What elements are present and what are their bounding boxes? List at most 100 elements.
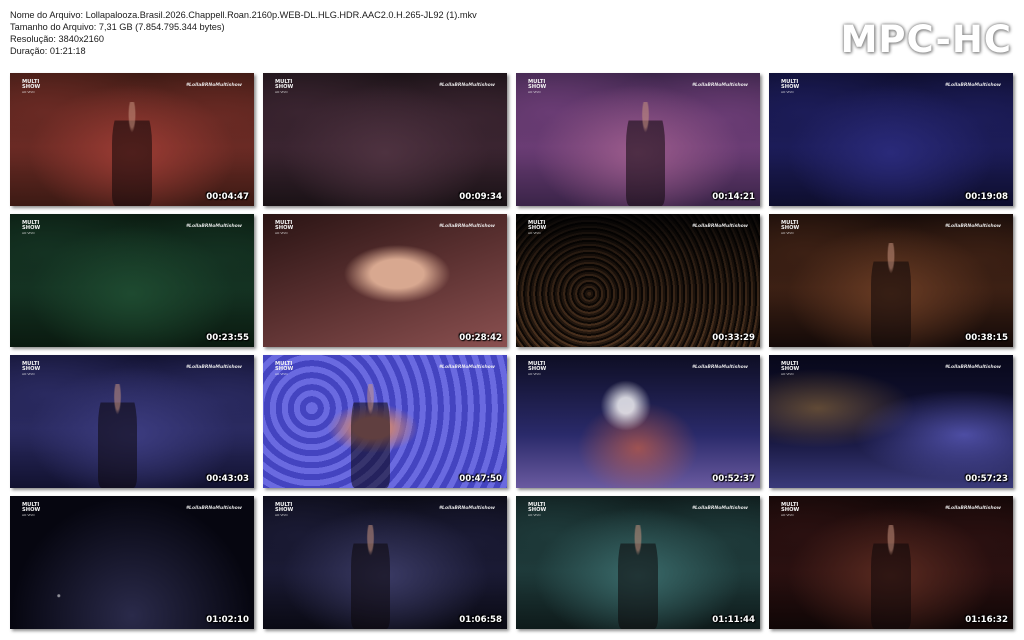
watermark-line3: AO VIVO bbox=[275, 90, 288, 95]
video-frame bbox=[516, 214, 760, 347]
video-thumbnail: MULTI SHOW AO VIVO #LollaBRNoMultishow 00:57… bbox=[769, 355, 1013, 488]
watermark-line3: AO VIVO bbox=[528, 513, 541, 518]
video-thumbnail: MULTI SHOW AO VIVO #LollaBRNoMultishow 00:28… bbox=[263, 214, 507, 347]
timestamp-label: 00:47:50 bbox=[459, 474, 502, 484]
watermark-line2: SHOW bbox=[22, 225, 41, 232]
watermark-line2: SHOW bbox=[781, 225, 800, 232]
performer-silhouette bbox=[350, 384, 390, 488]
watermark-line2: SHOW bbox=[528, 84, 547, 91]
timestamp-label: 00:14:21 bbox=[712, 192, 755, 202]
watermark-line2: SHOW bbox=[528, 225, 547, 232]
hashtag-overlay: #LollaBRNoMultishow bbox=[438, 224, 495, 229]
hashtag-overlay: #LollaBRNoMultishow bbox=[438, 83, 495, 88]
channel-watermark: MULTI SHOW AO VIVO bbox=[275, 220, 297, 236]
timestamp-label: 01:11:44 bbox=[712, 615, 755, 625]
hashtag-overlay: #LollaBRNoMultishow bbox=[691, 506, 748, 511]
hashtag-overlay: #LollaBRNoMultishow bbox=[944, 224, 1001, 229]
channel-watermark: MULTI SHOW AO VIVO bbox=[22, 79, 44, 95]
watermark-line3: AO VIVO bbox=[275, 513, 288, 518]
video-thumbnail: MULTI SHOW AO VIVO #LollaBRNoMultishow 00:38… bbox=[769, 214, 1013, 347]
channel-watermark: MULTI SHOW AO VIVO bbox=[22, 220, 44, 236]
video-thumbnail: MULTI SHOW AO VIVO #LollaBRNoMultishow 00:52… bbox=[516, 355, 760, 488]
video-thumbnail: MULTI SHOW AO VIVO #LollaBRNoMultishow 00:43… bbox=[10, 355, 254, 488]
watermark-line3: AO VIVO bbox=[781, 231, 794, 236]
watermark-line3: AO VIVO bbox=[528, 372, 541, 377]
video-frame bbox=[769, 355, 1013, 488]
watermark-line3: AO VIVO bbox=[781, 513, 794, 518]
hashtag-overlay: #LollaBRNoMultishow bbox=[944, 83, 1001, 88]
timestamp-label: 00:19:08 bbox=[965, 192, 1008, 202]
performer-silhouette bbox=[871, 525, 911, 629]
channel-watermark: MULTI SHOW AO VIVO bbox=[781, 502, 803, 518]
watermark-line2: SHOW bbox=[275, 366, 294, 373]
channel-watermark: MULTI SHOW AO VIVO bbox=[528, 502, 550, 518]
watermark-line3: AO VIVO bbox=[781, 372, 794, 377]
timestamp-label: 00:43:03 bbox=[206, 474, 249, 484]
watermark-line2: SHOW bbox=[275, 84, 294, 91]
channel-watermark: MULTI SHOW AO VIVO bbox=[22, 361, 44, 377]
performer-silhouette bbox=[97, 384, 137, 488]
hashtag-overlay: #LollaBRNoMultishow bbox=[185, 83, 242, 88]
watermark-line2: SHOW bbox=[22, 507, 41, 514]
video-frame bbox=[263, 214, 507, 347]
video-thumbnail: MULTI SHOW AO VIVO #LollaBRNoMultishow 01:06… bbox=[263, 496, 507, 629]
watermark-line2: SHOW bbox=[528, 507, 547, 514]
hashtag-overlay: #LollaBRNoMultishow bbox=[185, 365, 242, 370]
timestamp-label: 00:28:42 bbox=[459, 333, 502, 343]
channel-watermark: MULTI SHOW AO VIVO bbox=[275, 502, 297, 518]
channel-watermark: MULTI SHOW AO VIVO bbox=[781, 79, 803, 95]
performer-silhouette bbox=[618, 525, 658, 629]
performer-silhouette bbox=[871, 243, 911, 347]
video-frame bbox=[769, 73, 1013, 206]
watermark-line2: SHOW bbox=[781, 84, 800, 91]
video-thumbnail: MULTI SHOW AO VIVO #LollaBRNoMultishow 00:04… bbox=[10, 73, 254, 206]
watermark-line2: SHOW bbox=[275, 507, 294, 514]
video-thumbnail: MULTI SHOW AO VIVO #LollaBRNoMultishow 01:11… bbox=[516, 496, 760, 629]
performer-silhouette bbox=[350, 525, 390, 629]
watermark-line3: AO VIVO bbox=[22, 90, 35, 95]
channel-watermark: MULTI SHOW AO VIVO bbox=[528, 220, 550, 236]
hashtag-overlay: #LollaBRNoMultishow bbox=[691, 83, 748, 88]
hashtag-overlay: #LollaBRNoMultishow bbox=[438, 365, 495, 370]
hashtag-overlay: #LollaBRNoMultishow bbox=[185, 224, 242, 229]
timestamp-label: 01:06:58 bbox=[459, 615, 502, 625]
video-thumbnail: MULTI SHOW AO VIVO #LollaBRNoMultishow 01:02… bbox=[10, 496, 254, 629]
watermark-line2: SHOW bbox=[275, 225, 294, 232]
watermark-line3: AO VIVO bbox=[22, 372, 35, 377]
hashtag-overlay: #LollaBRNoMultishow bbox=[944, 506, 1001, 511]
channel-watermark: MULTI SHOW AO VIVO bbox=[22, 502, 44, 518]
timestamp-label: 01:02:10 bbox=[206, 615, 249, 625]
hashtag-overlay: #LollaBRNoMultishow bbox=[691, 224, 748, 229]
channel-watermark: MULTI SHOW AO VIVO bbox=[275, 361, 297, 377]
timestamp-label: 00:33:29 bbox=[712, 333, 755, 343]
watermark-line3: AO VIVO bbox=[22, 513, 35, 518]
channel-watermark: MULTI SHOW AO VIVO bbox=[528, 361, 550, 377]
hashtag-overlay: #LollaBRNoMultishow bbox=[691, 365, 748, 370]
watermark-line3: AO VIVO bbox=[781, 90, 794, 95]
channel-watermark: MULTI SHOW AO VIVO bbox=[781, 361, 803, 377]
timestamp-label: 00:38:15 bbox=[965, 333, 1008, 343]
watermark-line2: SHOW bbox=[22, 366, 41, 373]
watermark-line3: AO VIVO bbox=[528, 90, 541, 95]
timestamp-label: 00:52:37 bbox=[712, 474, 755, 484]
watermark-line3: AO VIVO bbox=[528, 231, 541, 236]
timestamp-label: 00:23:55 bbox=[206, 333, 249, 343]
video-thumbnail: MULTI SHOW AO VIVO #LollaBRNoMultishow 00:23… bbox=[10, 214, 254, 347]
video-frame bbox=[263, 73, 507, 206]
watermark-line3: AO VIVO bbox=[22, 231, 35, 236]
video-thumbnail: MULTI SHOW AO VIVO #LollaBRNoMultishow 00:47… bbox=[263, 355, 507, 488]
performer-silhouette bbox=[112, 102, 152, 206]
watermark-line2: SHOW bbox=[22, 84, 41, 91]
timestamp-label: 00:57:23 bbox=[965, 474, 1008, 484]
video-thumbnail: MULTI SHOW AO VIVO #LollaBRNoMultishow 00:19… bbox=[769, 73, 1013, 206]
watermark-line3: AO VIVO bbox=[275, 231, 288, 236]
timestamp-label: 01:16:32 bbox=[965, 615, 1008, 625]
hashtag-overlay: #LollaBRNoMultishow bbox=[944, 365, 1001, 370]
performer-silhouette bbox=[625, 102, 665, 206]
timestamp-label: 00:09:34 bbox=[459, 192, 502, 202]
channel-watermark: MULTI SHOW AO VIVO bbox=[275, 79, 297, 95]
video-thumbnail: MULTI SHOW AO VIVO #LollaBRNoMultishow 00:33… bbox=[516, 214, 760, 347]
hashtag-overlay: #LollaBRNoMultishow bbox=[438, 506, 495, 511]
video-frame bbox=[516, 355, 760, 488]
watermark-line2: SHOW bbox=[528, 366, 547, 373]
